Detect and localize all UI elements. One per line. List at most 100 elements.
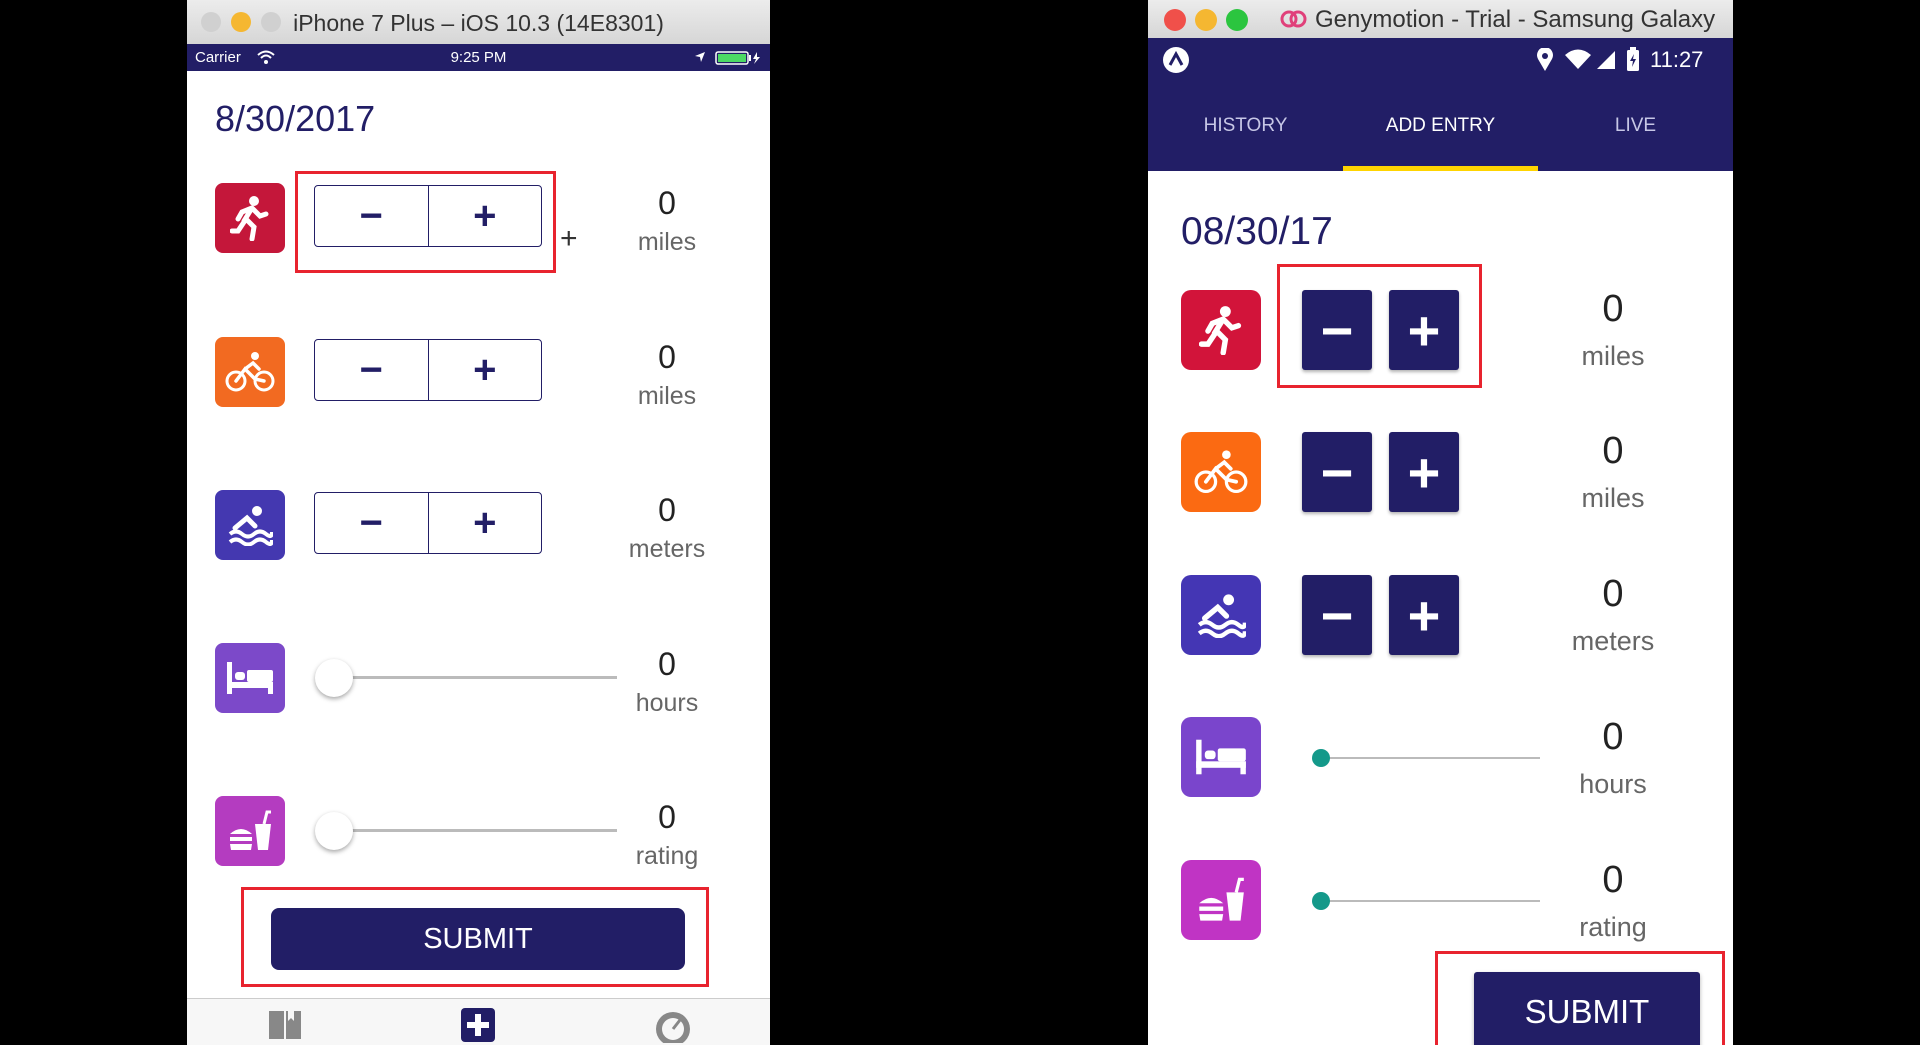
ios-window-titlebar: iPhone 7 Plus – iOS 10.3 (14E8301) <box>187 0 770 45</box>
bike-amount: 0 <box>658 339 676 375</box>
run-value: 0 miles <box>617 185 717 257</box>
window-close-button[interactable] <box>1164 9 1186 31</box>
swim-activity-tile <box>1181 575 1261 655</box>
eat-amount: 0 <box>1602 859 1624 901</box>
eat-value: 0 rating <box>1548 859 1678 943</box>
bike-increment-button[interactable]: + <box>1389 432 1459 512</box>
tab-add-entry[interactable]: ADD ENTRY <box>1343 81 1538 171</box>
sleep-value: 0 hours <box>1548 716 1678 800</box>
swim-unit: meters <box>1571 626 1655 656</box>
food-icon <box>1199 877 1244 921</box>
window-minimize-button[interactable] <box>1195 9 1217 31</box>
bike-decrement-button[interactable]: − <box>1302 432 1372 512</box>
bike-activity-tile <box>1181 432 1261 512</box>
swim-decrement-button[interactable]: − <box>315 493 428 553</box>
eat-slider-thumb[interactable] <box>1312 892 1330 910</box>
dashboard-icon[interactable] <box>653 1007 693 1043</box>
sleep-unit: hours <box>1579 769 1647 799</box>
genymotion-logo-icon <box>1280 10 1307 28</box>
android-window-titlebar: Genymotion - Trial - Samsung Galaxy <box>1148 0 1733 39</box>
highlight-ios-stepper <box>295 171 556 273</box>
bicycle-icon <box>1194 450 1248 494</box>
swim-unit: meters <box>628 535 706 563</box>
notification-app-icon <box>1163 47 1189 73</box>
android-tab-bar: HISTORY ADD ENTRY LIVE <box>1148 81 1733 171</box>
run-activity-tile <box>1181 290 1261 370</box>
swim-increment-button[interactable]: + <box>1389 575 1459 655</box>
cursor-crosshair: + <box>560 222 578 255</box>
sleep-unit: hours <box>635 689 699 717</box>
android-emulator-window: Genymotion - Trial - Samsung Galaxy 11:2… <box>1148 0 1733 1045</box>
eat-activity-tile <box>1181 860 1261 940</box>
running-icon <box>1199 306 1242 355</box>
bed-icon <box>1196 739 1246 775</box>
eat-unit: rating <box>1579 912 1647 942</box>
signal-icon <box>1597 51 1615 69</box>
bike-stepper: − + <box>314 339 542 401</box>
ios-clock: 9:25 PM <box>450 49 507 66</box>
bike-amount: 0 <box>1602 430 1624 472</box>
location-arrow-icon <box>695 52 705 62</box>
android-status-bar: 11:27 <box>1148 38 1733 81</box>
sleep-slider-track[interactable] <box>1320 757 1540 759</box>
eat-value: 0 rating <box>617 799 717 871</box>
wifi-icon <box>1565 49 1591 69</box>
bike-unit: miles <box>637 382 697 410</box>
swim-activity-tile <box>215 490 285 560</box>
eat-activity-tile <box>215 796 285 866</box>
swim-amount: 0 <box>658 492 676 528</box>
bike-activity-tile <box>215 337 285 407</box>
highlight-ios-submit <box>241 887 709 987</box>
swim-value: 0 meters <box>617 492 717 564</box>
sleep-activity-tile <box>1181 717 1261 797</box>
sleep-slider-thumb[interactable] <box>1312 749 1330 767</box>
run-unit: miles <box>1581 341 1645 371</box>
entry-date: 8/30/2017 <box>215 98 376 139</box>
sleep-activity-tile <box>215 643 285 713</box>
running-icon <box>230 196 269 241</box>
eat-slider-track[interactable] <box>1320 900 1540 902</box>
swimming-icon <box>228 506 273 546</box>
swim-stepper: − + <box>314 492 542 554</box>
plus-square-icon[interactable] <box>460 1007 496 1043</box>
android-clock: 11:27 <box>1650 47 1704 72</box>
sleep-amount: 0 <box>1602 716 1624 758</box>
swim-decrement-button[interactable]: − <box>1302 575 1372 655</box>
bike-value: 0 miles <box>1548 430 1678 514</box>
swimming-icon <box>1197 594 1246 638</box>
bed-icon <box>227 662 273 694</box>
eat-slider-thumb[interactable] <box>315 812 353 850</box>
battery-icon <box>1627 47 1639 71</box>
eat-amount: 0 <box>658 799 676 835</box>
tab-history[interactable]: HISTORY <box>1148 81 1343 171</box>
bike-unit: miles <box>1581 483 1645 513</box>
run-amount: 0 <box>658 185 676 221</box>
tab-live[interactable]: LIVE <box>1538 81 1733 171</box>
ios-tab-bar <box>187 998 770 1045</box>
run-unit: miles <box>637 228 697 256</box>
location-pin-icon <box>1537 48 1553 71</box>
ios-status-bar: Carrier 9:25 PM <box>187 44 770 71</box>
eat-slider-track[interactable] <box>317 829 617 832</box>
bike-decrement-button[interactable]: − <box>315 340 428 400</box>
run-value: 0 miles <box>1548 288 1678 372</box>
sleep-amount: 0 <box>658 646 676 682</box>
sleep-slider-track[interactable] <box>317 676 617 679</box>
ios-window-title: iPhone 7 Plus – iOS 10.3 (14E8301) <box>293 10 664 36</box>
food-icon <box>230 810 271 850</box>
bike-value: 0 miles <box>617 339 717 411</box>
book-icon[interactable] <box>267 1009 303 1041</box>
android-window-title: Genymotion - Trial - Samsung Galaxy <box>1315 6 1716 33</box>
window-zoom-button[interactable] <box>1226 9 1248 31</box>
swim-amount: 0 <box>1602 573 1624 615</box>
run-amount: 0 <box>1602 288 1624 330</box>
bike-increment-button[interactable]: + <box>427 340 542 400</box>
entry-date: 08/30/17 <box>1181 210 1333 253</box>
highlight-android-submit <box>1435 951 1725 1045</box>
swim-increment-button[interactable]: + <box>427 493 542 553</box>
swim-value: 0 meters <box>1548 573 1678 657</box>
sleep-value: 0 hours <box>617 646 717 718</box>
eat-unit: rating <box>635 842 699 870</box>
sleep-slider-thumb[interactable] <box>315 659 353 697</box>
highlight-android-stepper <box>1277 264 1482 388</box>
